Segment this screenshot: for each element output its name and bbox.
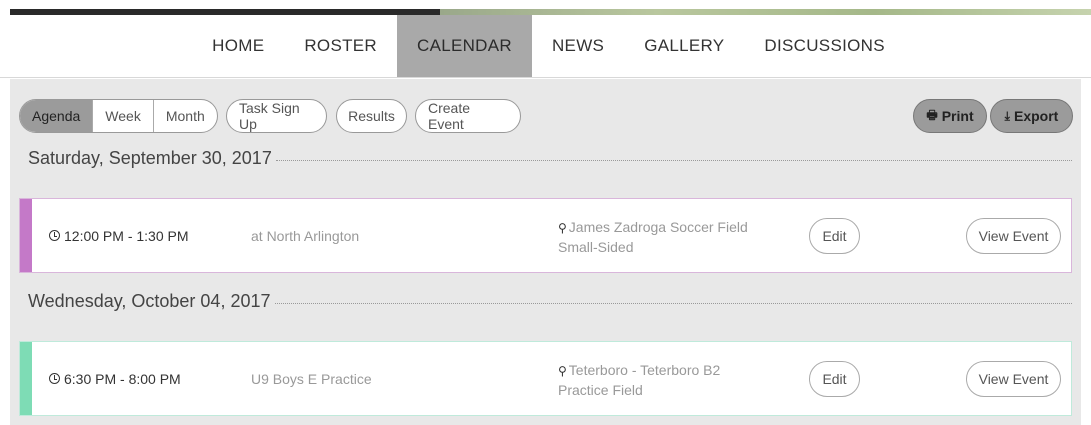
printer-icon: 🖶 — [926, 107, 938, 122]
view-agenda-button[interactable]: Agenda — [20, 100, 94, 132]
event-title: at North Arlington — [251, 227, 360, 244]
nav-discussions[interactable]: DISCUSSIONS — [744, 15, 904, 77]
nav-roster[interactable]: ROSTER — [284, 15, 397, 77]
location-line1: James Zadroga Soccer Field — [568, 219, 748, 235]
day-date: Saturday, September 30, 2017 — [28, 148, 272, 168]
view-event-button[interactable]: View Event — [966, 218, 1061, 254]
event-row[interactable]: 12:00 PM - 1:30 PM at North Arlington ⚲ J… — [19, 198, 1072, 273]
nav-news[interactable]: NEWS — [532, 15, 624, 77]
view-week-button[interactable]: Week — [93, 100, 154, 132]
view-event-button[interactable]: View Event — [966, 361, 1061, 397]
location-line2: Practice Field — [558, 382, 643, 398]
top-banner — [0, 0, 1091, 15]
banner-dark-strip — [10, 9, 440, 15]
export-button[interactable]: ⤓ Export — [990, 99, 1073, 133]
download-icon: ⤓ — [1004, 108, 1010, 123]
view-month-button[interactable]: Month — [154, 100, 217, 132]
event-color-bar — [20, 199, 32, 272]
event-color-bar — [20, 342, 32, 415]
day-divider — [275, 160, 1072, 161]
event-time: 6:30 PM - 8:00 PM — [49, 342, 181, 415]
day-header: Saturday, September 30, 2017 — [28, 148, 1072, 169]
event-row[interactable]: 6:30 PM - 8:00 PM U9 Boys E Practice ⚲ Te… — [19, 341, 1072, 416]
banner-image-strip — [440, 9, 1091, 15]
calendar-content: Agenda Week Month Task Sign Up Results C… — [10, 79, 1081, 425]
event-location[interactable]: ⚲ Teterboro - Teterboro B2 Practice Field — [558, 361, 720, 400]
export-label: Export — [1013, 108, 1059, 124]
view-switcher: Agenda Week Month — [19, 99, 218, 133]
clock-icon — [49, 373, 60, 384]
map-pin-icon: ⚲ — [558, 364, 567, 378]
event-title: U9 Boys E Practice — [251, 370, 372, 387]
nav-calendar[interactable]: CALENDAR — [397, 15, 532, 77]
nav-home[interactable]: HOME — [192, 15, 284, 77]
edit-button[interactable]: Edit — [809, 361, 860, 397]
location-line1: Teterboro - Teterboro B2 — [568, 362, 721, 378]
event-location[interactable]: ⚲ James Zadroga Soccer Field Small-Sided — [558, 218, 748, 257]
create-event-button[interactable]: Create Event — [415, 99, 521, 133]
print-label: Print — [941, 108, 974, 124]
day-divider — [274, 303, 1072, 304]
event-time: 12:00 PM - 1:30 PM — [49, 199, 189, 272]
calendar-toolbar: Agenda Week Month Task Sign Up Results C… — [19, 99, 1073, 133]
location-line2: Small-Sided — [558, 239, 634, 255]
day-header: Wednesday, October 04, 2017 — [28, 291, 1072, 312]
edit-button[interactable]: Edit — [809, 218, 860, 254]
results-button[interactable]: Results — [336, 99, 407, 133]
task-signup-button[interactable]: Task Sign Up — [226, 99, 327, 133]
clock-icon — [49, 230, 60, 241]
event-time-label: 6:30 PM - 8:00 PM — [64, 370, 181, 387]
nav-gallery[interactable]: GALLERY — [624, 15, 744, 77]
print-button[interactable]: 🖶 Print — [913, 99, 987, 133]
day-date: Wednesday, October 04, 2017 — [28, 291, 271, 311]
event-time-label: 12:00 PM - 1:30 PM — [64, 227, 189, 244]
map-pin-icon: ⚲ — [558, 221, 567, 235]
main-nav: HOME ROSTER CALENDAR NEWS GALLERY DISCUS… — [0, 15, 1091, 78]
